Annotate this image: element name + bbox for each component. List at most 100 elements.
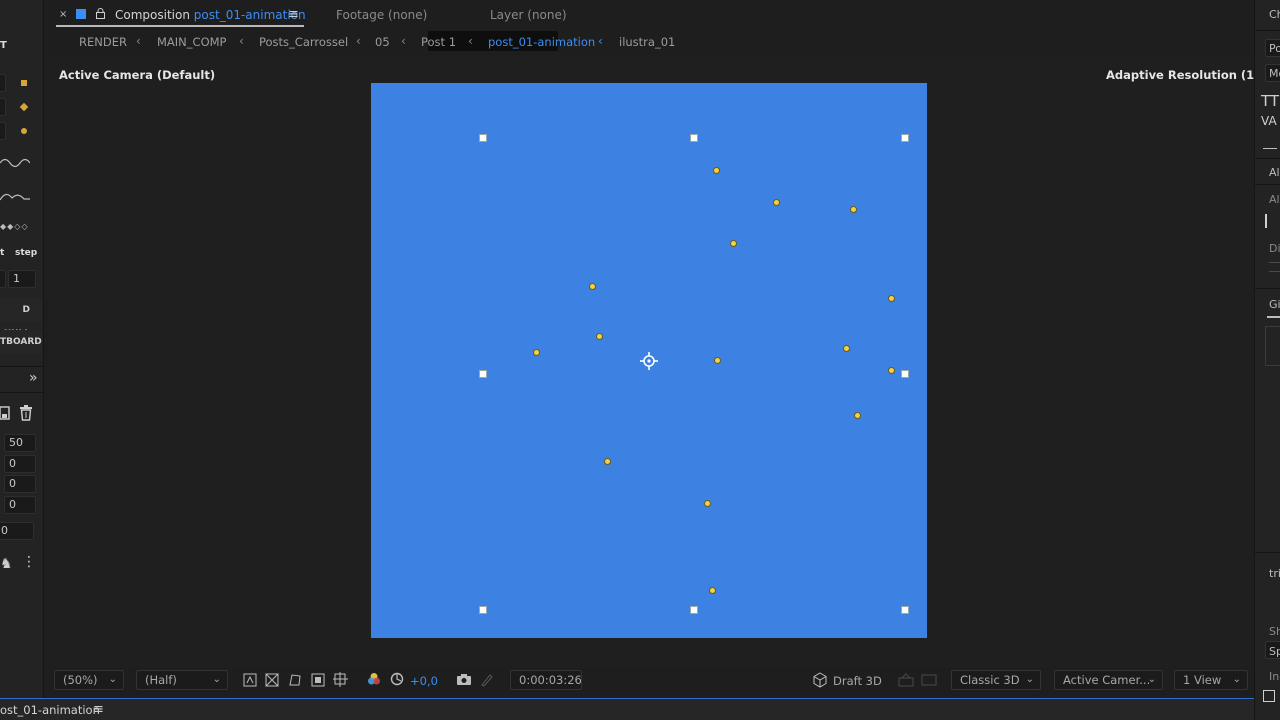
camera-value: Active Camer...	[1063, 673, 1151, 687]
position-point[interactable]	[854, 412, 861, 419]
position-point[interactable]	[714, 357, 721, 364]
view-layout-value: 1 View	[1183, 673, 1222, 687]
view-layout-dropdown[interactable]: 1 View ⌄	[1174, 670, 1248, 690]
bbox-handle-top-right[interactable]	[901, 134, 909, 142]
tab-menu-icon[interactable]: ≡	[288, 7, 299, 22]
step-value-field[interactable]: 1	[8, 270, 36, 288]
breadcrumb-item-ilustra[interactable]: ilustra_01	[619, 35, 675, 49]
bbox-handle-bottom-center[interactable]	[690, 606, 698, 614]
add-null-button[interactable]: D NULL	[0, 298, 42, 339]
chevron-down-icon: ⌄	[1025, 674, 1034, 685]
draft-3d-label[interactable]: Draft 3D	[833, 674, 882, 688]
color-channels-icon[interactable]	[367, 672, 381, 686]
square-keyframe-icon[interactable]	[21, 80, 27, 86]
left-field-2[interactable]	[0, 98, 6, 116]
zoom-dropdown[interactable]: (50%) ⌄	[54, 670, 124, 690]
mask-visibility-icon[interactable]	[288, 673, 302, 687]
gifgun-panel-tab[interactable]: Gi	[1269, 298, 1280, 311]
position-point[interactable]	[843, 345, 850, 352]
position-point[interactable]	[596, 333, 603, 340]
tab-footage[interactable]: Footage (none)	[336, 8, 427, 22]
keyframe-dots-icon[interactable]: ◆◆◇◇	[0, 222, 29, 231]
distribute-icon[interactable]	[1269, 262, 1280, 272]
save-icon[interactable]	[0, 406, 10, 420]
align-left-icon[interactable]	[1265, 214, 1277, 228]
param-field-2[interactable]: 0	[4, 455, 36, 473]
draft-3d-icon[interactable]	[812, 672, 828, 688]
ground-plane-icon[interactable]	[921, 673, 937, 687]
include-checkbox[interactable]	[1263, 690, 1275, 702]
param-field-4[interactable]: 0	[4, 496, 36, 514]
position-point[interactable]	[850, 206, 857, 213]
left-field-1[interactable]	[0, 74, 6, 92]
bounce-curve-icon[interactable]	[0, 190, 30, 204]
position-point[interactable]	[888, 295, 895, 302]
adaptive-resolution-label: Adaptive Resolution (1/1)	[1106, 68, 1272, 82]
reset-exposure-icon[interactable]	[390, 672, 404, 686]
bbox-handle-middle-left[interactable]	[479, 370, 487, 378]
font-size-icon[interactable]: TT	[1261, 92, 1279, 110]
stroke-width-icon[interactable]	[1263, 148, 1277, 149]
fast-previews-icon[interactable]	[243, 673, 257, 687]
panel-divider	[0, 366, 44, 367]
resolution-dropdown[interactable]: (Half) ⌄	[136, 670, 228, 690]
renderer-dropdown[interactable]: Classic 3D ⌄	[951, 670, 1041, 690]
transparency-grid-icon[interactable]	[265, 673, 279, 687]
param-field-1[interactable]: 50	[4, 434, 36, 452]
step-field-left[interactable]	[0, 270, 6, 288]
position-point[interactable]	[773, 199, 780, 206]
tab-composition[interactable]: Composition post_01-animation	[115, 8, 306, 22]
breadcrumb-item-main-comp[interactable]: MAIN_COMP	[157, 35, 226, 49]
position-point[interactable]	[888, 367, 895, 374]
breadcrumb-item-post-1[interactable]: Post 1	[421, 35, 456, 49]
timeline-menu-icon[interactable]: ≡	[93, 702, 104, 717]
wave-curve-icon[interactable]	[0, 156, 30, 170]
timeline-tab-label[interactable]: ost_01-animation	[0, 703, 100, 717]
region-of-interest-icon[interactable]	[311, 673, 325, 687]
position-point[interactable]	[604, 458, 611, 465]
current-time-display[interactable]: 0:00:03:26	[510, 670, 582, 690]
more-options-icon[interactable]: ⋮	[22, 555, 36, 569]
position-point[interactable]	[704, 500, 711, 507]
breadcrumb-separator: ‹	[356, 34, 361, 48]
param-field-5[interactable]: 0	[0, 522, 34, 540]
bbox-handle-bottom-right[interactable]	[901, 606, 909, 614]
position-point[interactable]	[730, 240, 737, 247]
breadcrumb-separator: ‹	[239, 34, 244, 48]
kerning-icon[interactable]: VA	[1261, 114, 1277, 128]
anchor-point-icon[interactable]	[640, 352, 658, 370]
bbox-handle-top-center[interactable]	[690, 134, 698, 142]
include-label: Inclu	[1269, 670, 1280, 683]
align-panel-tab[interactable]: Ali	[1269, 166, 1280, 179]
artboard-button[interactable]: TBOARD	[0, 330, 42, 354]
breadcrumb-item-posts-carrossel[interactable]: Posts_Carrossel	[259, 35, 348, 49]
bbox-handle-middle-right[interactable]	[901, 370, 909, 378]
position-point[interactable]	[589, 283, 596, 290]
lock-icon[interactable]	[96, 8, 105, 19]
expand-chevron-icon[interactable]: »	[29, 370, 38, 386]
snapshot-camera-icon[interactable]	[456, 673, 472, 686]
camera-dropdown[interactable]: Active Camer... ⌄	[1054, 670, 1163, 690]
left-field-3[interactable]	[0, 122, 6, 140]
puppet-tool-icon[interactable]: ♞	[0, 556, 13, 572]
param-field-3[interactable]: 0	[4, 475, 36, 493]
diamond-keyframe-icon[interactable]	[19, 102, 29, 112]
position-point[interactable]	[533, 349, 540, 356]
breadcrumb-separator: ‹	[468, 34, 473, 48]
extended-viewer-icon[interactable]	[898, 673, 914, 687]
trash-icon[interactable]	[19, 405, 33, 421]
position-point[interactable]	[713, 167, 720, 174]
bbox-handle-top-left[interactable]	[479, 134, 487, 142]
exposure-value[interactable]: +0,0	[410, 674, 438, 688]
position-point[interactable]	[709, 587, 716, 594]
grid-guides-icon[interactable]	[333, 672, 348, 687]
breadcrumb-item-render[interactable]: RENDER	[79, 35, 127, 49]
chevron-down-icon: ⌄	[1147, 674, 1156, 685]
breadcrumb-item-active[interactable]: post_01-animation	[488, 35, 595, 49]
show-snapshot-icon[interactable]	[480, 673, 494, 687]
round-keyframe-icon[interactable]	[21, 128, 27, 134]
close-tab-icon[interactable]: ×	[59, 9, 67, 20]
bbox-handle-bottom-left[interactable]	[479, 606, 487, 614]
tab-layer[interactable]: Layer (none)	[490, 8, 567, 22]
breadcrumb-item-05[interactable]: 05	[375, 35, 390, 49]
